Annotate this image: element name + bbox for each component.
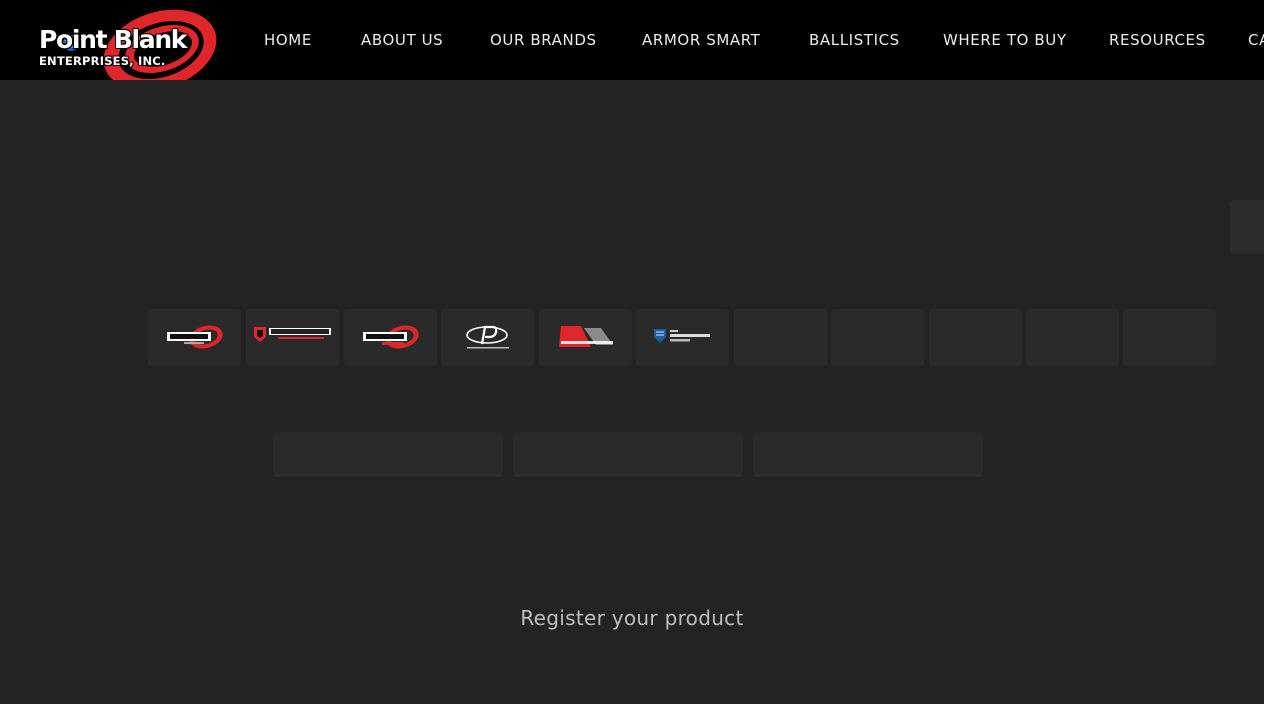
nav-our-brands[interactable]: OUR BRANDS xyxy=(490,30,597,50)
brand-tile-point-blank-duty-gear[interactable] xyxy=(344,309,437,366)
nav-ballistics[interactable]: BALLISTICS xyxy=(809,30,900,50)
top-navigation: Point Blank ENTERPRISES, INC. HOME ABOUT… xyxy=(0,0,1264,80)
logo-subtitle: ENTERPRISES, INC. xyxy=(39,54,166,68)
placeholder-button-3[interactable] xyxy=(753,432,983,477)
placeholder-button-1[interactable] xyxy=(273,432,503,477)
nav-careers-truncated[interactable]: CA xyxy=(1248,30,1264,50)
point-blank-body-armor-logo-icon xyxy=(167,325,223,349)
placeholder-button-2[interactable] xyxy=(513,432,743,477)
brand-tile-point-blank-body-armor[interactable] xyxy=(148,309,241,366)
point-blank-duty-gear-logo-icon xyxy=(363,325,419,349)
register-product-link[interactable]: Register your product xyxy=(0,605,1264,631)
nav-home[interactable]: HOME xyxy=(264,30,312,50)
brand-tile-empty[interactable] xyxy=(734,309,827,366)
paraclete-logo-icon xyxy=(254,327,331,342)
protective-group-logo-icon xyxy=(654,329,710,343)
nav-resources[interactable]: RESOURCES xyxy=(1109,30,1206,50)
logo-wordmark: Point Blank xyxy=(39,25,187,54)
protective-products-logo-icon xyxy=(466,325,509,349)
brand-tile-advanced-technology[interactable] xyxy=(539,309,632,366)
brand-tile-empty[interactable] xyxy=(1123,309,1216,366)
nav-armor-smart[interactable]: ARMOR SMART xyxy=(642,30,760,50)
nav-about-us[interactable]: ABOUT US xyxy=(361,30,443,50)
point-blank-logo[interactable]: Point Blank ENTERPRISES, INC. xyxy=(36,9,222,80)
brand-tile-empty[interactable] xyxy=(1026,309,1119,366)
advanced-technology-logo-icon xyxy=(559,326,613,347)
brand-tile-empty[interactable] xyxy=(831,309,924,366)
main-content: Register your product xyxy=(0,80,1264,704)
nav-where-to-buy[interactable]: WHERE TO BUY xyxy=(943,30,1067,50)
brand-tile-paraclete[interactable] xyxy=(246,309,339,366)
brand-tile-protective-products[interactable] xyxy=(441,309,534,366)
brand-tile-empty[interactable] xyxy=(929,309,1022,366)
brand-tile-protective-group[interactable] xyxy=(636,309,729,366)
side-feedback-tab[interactable] xyxy=(1230,200,1264,254)
